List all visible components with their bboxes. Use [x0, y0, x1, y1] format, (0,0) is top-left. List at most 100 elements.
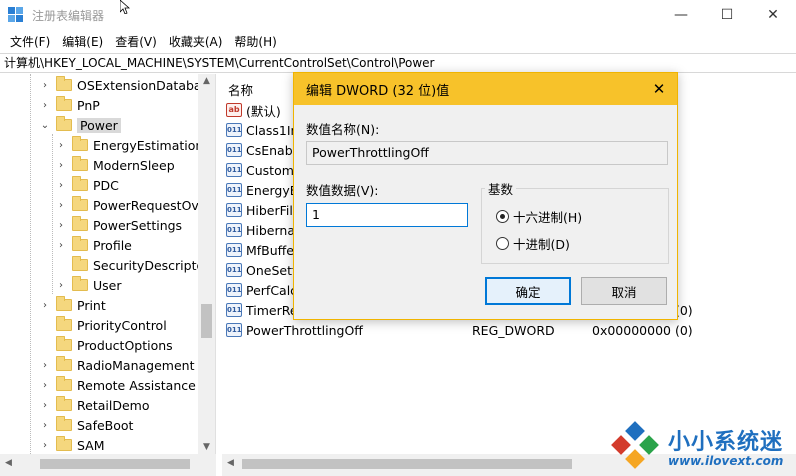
- chevron-right-icon[interactable]: ›: [40, 420, 50, 431]
- dword-value-icon: 011: [226, 223, 242, 237]
- chevron-right-icon[interactable]: ›: [40, 100, 50, 111]
- value-data-input[interactable]: 1: [306, 203, 468, 227]
- address-bar[interactable]: 计算机\HKEY_LOCAL_MACHINE\SYSTEM\CurrentCon…: [0, 53, 796, 73]
- folder-icon: [56, 76, 72, 91]
- folder-icon: [56, 436, 72, 451]
- folder-icon: [56, 376, 72, 391]
- ok-button[interactable]: 确定: [485, 277, 571, 305]
- value-row[interactable]: 011 PowerThrottlingOff: [226, 320, 363, 340]
- watermark-name: 小小系统迷: [668, 430, 784, 455]
- chevron-right-icon[interactable]: ›: [40, 80, 50, 91]
- chevron-down-icon[interactable]: ⌄: [40, 120, 50, 131]
- folder-icon: [72, 176, 88, 191]
- folder-icon: [72, 196, 88, 211]
- maximize-button[interactable]: ☐: [704, 0, 750, 30]
- column-header-name[interactable]: 名称: [228, 80, 253, 99]
- base-label: 基数: [485, 179, 517, 198]
- menu-favorites[interactable]: 收藏夹(A): [163, 33, 229, 50]
- scroll-thumb[interactable]: [242, 459, 572, 469]
- tree-item[interactable]: ProductOptions: [40, 335, 173, 355]
- cancel-button[interactable]: 取消: [581, 277, 667, 305]
- tree-item[interactable]: › PnP: [40, 95, 100, 115]
- key-tree[interactable]: › OSExtensionDatabase › PnP ⌄ Power › EnergyEst…: [0, 74, 216, 454]
- tree-item-label: ModernSleep: [93, 157, 175, 173]
- tree-item[interactable]: SecurityDescriptors: [56, 255, 215, 275]
- menu-view[interactable]: 查看(V): [109, 33, 163, 50]
- folder-icon: [56, 336, 72, 351]
- chevron-right-icon[interactable]: ›: [56, 160, 66, 171]
- dword-value-icon: 011: [226, 143, 242, 157]
- scroll-left-icon[interactable]: ◀: [227, 458, 234, 468]
- dword-value-icon: 011: [226, 243, 242, 257]
- chevron-right-icon[interactable]: ›: [56, 240, 66, 251]
- tree-item[interactable]: › Remote Assistance: [40, 375, 196, 395]
- tree-item[interactable]: › EnergyEstimation: [56, 135, 203, 155]
- value-type: REG_DWORD: [472, 323, 555, 338]
- tree-item-label: RetailDemo: [77, 397, 150, 413]
- scroll-down-icon[interactable]: ▼: [198, 440, 215, 454]
- dword-value-icon: 011: [226, 203, 242, 217]
- radio-unchecked-icon[interactable]: [496, 237, 509, 250]
- tree-item[interactable]: ⌄ Power: [40, 115, 121, 135]
- chevron-right-icon[interactable]: ›: [40, 440, 50, 451]
- dword-value-icon: 011: [226, 263, 242, 277]
- tree-item[interactable]: ›PowerRequestOverride: [56, 195, 215, 215]
- tree-item[interactable]: › OSExtensionDatabase: [40, 75, 215, 95]
- scroll-left-icon[interactable]: ◀: [5, 458, 12, 468]
- tree-horizontal-scrollbar[interactable]: ◀: [0, 454, 216, 476]
- tree-item[interactable]: › PDC: [56, 175, 119, 195]
- tree-item[interactable]: › PowerSettings: [56, 215, 182, 235]
- tree-item[interactable]: › RadioManagement: [40, 355, 194, 375]
- chevron-right-icon[interactable]: [40, 340, 50, 350]
- minimize-button[interactable]: —: [658, 0, 704, 30]
- tree-item-label: Profile: [93, 237, 132, 253]
- chevron-right-icon[interactable]: [40, 320, 50, 330]
- tree-item[interactable]: › Profile: [56, 235, 132, 255]
- dword-value-icon: 011: [226, 303, 242, 317]
- chevron-right-icon[interactable]: ›: [56, 220, 66, 231]
- tree-item[interactable]: › SafeBoot: [40, 415, 133, 435]
- scroll-thumb[interactable]: [201, 304, 212, 338]
- chevron-right-icon[interactable]: ›: [56, 200, 66, 211]
- chevron-right-icon[interactable]: ›: [56, 140, 66, 151]
- folder-icon: [56, 96, 72, 111]
- close-icon[interactable]: ✕: [649, 79, 669, 99]
- tree-item[interactable]: PriorityControl: [40, 315, 167, 335]
- chevron-right-icon[interactable]: ›: [56, 280, 66, 291]
- chevron-right-icon[interactable]: ›: [40, 300, 50, 311]
- tree-item[interactable]: › RetailDemo: [40, 395, 149, 415]
- radio-checked-icon[interactable]: [496, 210, 509, 223]
- value-name-field: PowerThrottlingOff: [306, 141, 668, 165]
- tree-item-label: EnergyEstimation: [93, 137, 204, 153]
- dword-value-icon: 011: [226, 163, 242, 177]
- tree-guide-line: [30, 74, 31, 454]
- menu-bar: 文件(F) 编辑(E) 查看(V) 收藏夹(A) 帮助(H): [0, 30, 796, 52]
- scroll-up-icon[interactable]: ▲: [198, 74, 215, 88]
- menu-help[interactable]: 帮助(H): [228, 33, 282, 50]
- tree-item[interactable]: › SAM: [40, 435, 105, 454]
- tree-item[interactable]: › Print: [40, 295, 106, 315]
- folder-icon: [56, 396, 72, 411]
- close-button[interactable]: ✕: [750, 0, 796, 30]
- tree-item-label: PnP: [77, 97, 100, 113]
- radio-hex[interactable]: 十六进制(H): [496, 207, 582, 226]
- chevron-right-icon[interactable]: [56, 260, 66, 270]
- menu-file[interactable]: 文件(F): [4, 33, 56, 50]
- chevron-right-icon[interactable]: ›: [40, 380, 50, 391]
- folder-icon: [72, 236, 88, 251]
- radio-decimal[interactable]: 十进制(D): [496, 234, 570, 253]
- value-row[interactable]: ab (默认): [226, 100, 281, 120]
- menu-edit[interactable]: 编辑(E): [56, 33, 109, 50]
- dword-value-icon: 011: [226, 183, 242, 197]
- tree-vertical-scrollbar[interactable]: ▲ ▼: [198, 74, 215, 454]
- scroll-thumb[interactable]: [40, 459, 190, 469]
- tree-item[interactable]: › User: [56, 275, 122, 295]
- string-value-icon: ab: [226, 103, 242, 117]
- chevron-right-icon[interactable]: ›: [56, 180, 66, 191]
- value-name: (默认): [246, 103, 281, 119]
- tree-item[interactable]: › ModernSleep: [56, 155, 175, 175]
- chevron-right-icon[interactable]: ›: [40, 360, 50, 371]
- chevron-right-icon[interactable]: ›: [40, 400, 50, 411]
- tree-item-label: PDC: [93, 177, 119, 193]
- dword-value-icon: 011: [226, 283, 242, 297]
